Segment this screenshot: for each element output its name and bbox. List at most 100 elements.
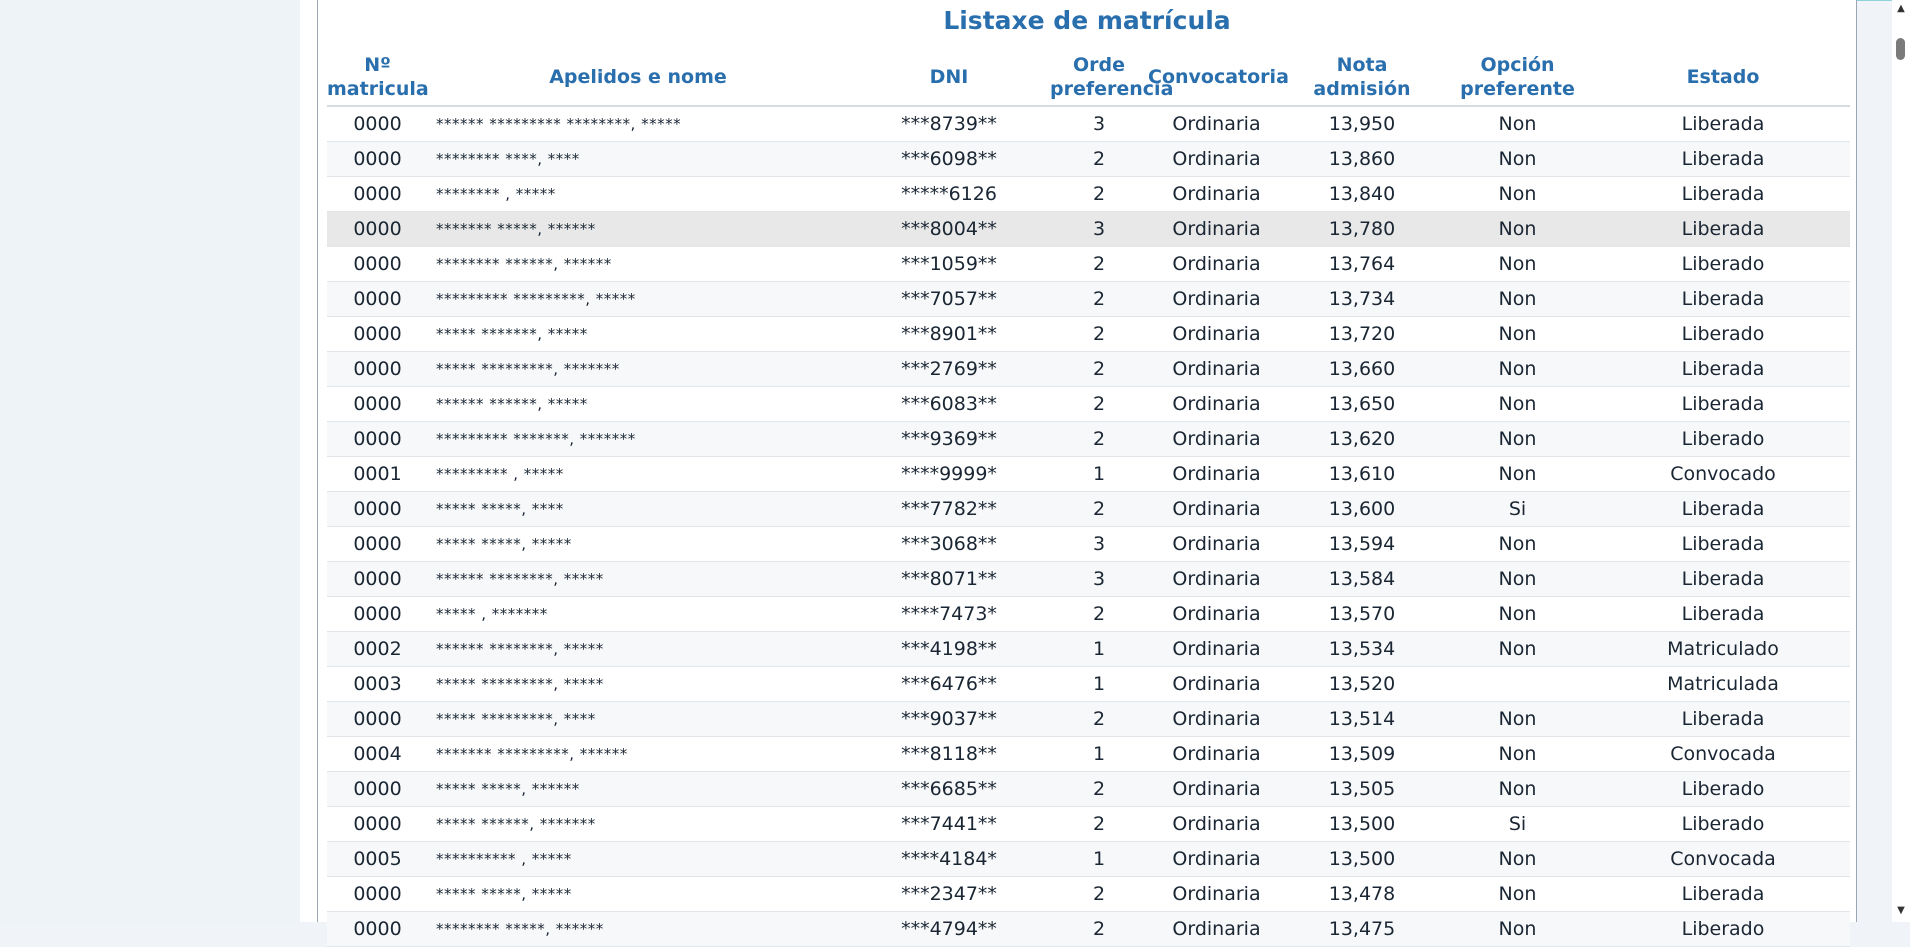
cell-orde: 2: [1050, 701, 1148, 737]
cell-estado: Liberada: [1596, 526, 1850, 562]
cell-orde: 1: [1050, 456, 1148, 492]
cell-opcion: Non: [1439, 351, 1596, 387]
table-row[interactable]: 0000 ********* *******, ******* ***9369** 2…: [327, 421, 1850, 457]
cell-orde: 2: [1050, 596, 1148, 632]
cell-dni: ***4198**: [848, 631, 1050, 667]
cell-estado: Liberada: [1596, 106, 1850, 142]
table-row[interactable]: 0000 ***** *********, ******* ***2769** 2 Or…: [327, 351, 1850, 387]
cell-nome: ********* , *****: [428, 456, 848, 492]
cell-nome: ***** *****, *****: [428, 526, 848, 562]
cell-orde: 2: [1050, 491, 1148, 527]
cell-convocatoria: Ordinaria: [1148, 386, 1285, 422]
cell-estado: Liberada: [1596, 596, 1850, 632]
cell-nome: ***** *********, *****: [428, 666, 848, 702]
cell-matricula: 0000: [327, 211, 428, 247]
cell-convocatoria: Ordinaria: [1148, 666, 1285, 702]
cell-matricula: 0000: [327, 806, 428, 842]
cell-matricula: 0000: [327, 141, 428, 177]
cell-matricula: 0000: [327, 246, 428, 282]
cell-estado: Liberado: [1596, 806, 1850, 842]
cell-nome: ***** *****, ******: [428, 771, 848, 807]
table-row[interactable]: 0000 ********* *********, ***** ***7057** 2…: [327, 281, 1850, 317]
table-row[interactable]: 0004 ******* *********, ****** ***8118** 1 O…: [327, 736, 1850, 772]
cell-opcion: Non: [1439, 316, 1596, 352]
cell-convocatoria: Ordinaria: [1148, 141, 1285, 177]
cell-nota: 13,478: [1285, 876, 1439, 912]
cell-dni: ***6098**: [848, 141, 1050, 177]
table-row[interactable]: 0000 ******** ******, ****** ***1059** 2 Ord…: [327, 246, 1850, 282]
column-header-estado[interactable]: Estado: [1596, 48, 1850, 107]
cell-opcion: Non: [1439, 281, 1596, 317]
table-row[interactable]: 0000 ***** , ******* ****7473* 2 Ordinaria 13…: [327, 596, 1850, 632]
cell-nota: 13,520: [1285, 666, 1439, 702]
table-row[interactable]: 0000 ***** *******, ***** ***8901** 2 Ordina…: [327, 316, 1850, 352]
cell-nota: 13,780: [1285, 211, 1439, 247]
table-header-row: Nº matricula Apelidos e nome DNI Orde pref…: [327, 48, 1850, 107]
cell-estado: Liberado: [1596, 421, 1850, 457]
column-header-opcion[interactable]: Opción preferente: [1439, 48, 1596, 107]
cell-estado: Liberada: [1596, 701, 1850, 737]
cell-convocatoria: Ordinaria: [1148, 246, 1285, 282]
table-row[interactable]: 0000 ***** *****, ***** ***2347** 2 Ordinari…: [327, 876, 1850, 912]
table-row[interactable]: 0000 ******** , ***** *****6126 2 Ordinaria 1…: [327, 176, 1850, 212]
table-row[interactable]: 0000 ***** *****, **** ***7782** 2 Ordinaria…: [327, 491, 1850, 527]
table-row[interactable]: 0005 ********** , ***** ****4184* 1 Ordinari…: [327, 841, 1850, 877]
cell-orde: 2: [1050, 316, 1148, 352]
cell-estado: Liberada: [1596, 561, 1850, 597]
table-row[interactable]: 0000 ***** *****, ***** ***3068** 3 Ordinari…: [327, 526, 1850, 562]
cell-convocatoria: Ordinaria: [1148, 211, 1285, 247]
cell-opcion: Non: [1439, 421, 1596, 457]
scroll-thumb[interactable]: [1896, 38, 1905, 60]
cell-convocatoria: Ordinaria: [1148, 771, 1285, 807]
column-header-matricula[interactable]: Nº matricula: [327, 48, 429, 107]
cell-estado: Convocada: [1596, 736, 1850, 772]
table-row[interactable]: 0001 ********* , ***** ****9999* 1 Ordinaria…: [327, 456, 1850, 492]
cell-convocatoria: Ordinaria: [1148, 911, 1285, 947]
table-row[interactable]: 0000 ****** ********, ***** ***8071** 3 Ordi…: [327, 561, 1850, 597]
cell-nota: 13,509: [1285, 736, 1439, 772]
cell-convocatoria: Ordinaria: [1148, 526, 1285, 562]
table-row[interactable]: 0000 ******** ****, **** ***6098** 2 Ordinar…: [327, 141, 1850, 177]
table-row[interactable]: 0003 ***** *********, ***** ***6476** 1 Ordi…: [327, 666, 1850, 702]
table-row[interactable]: 0000 ***** *********, **** ***9037** 2 Ordin…: [327, 701, 1850, 737]
table-row[interactable]: 0002 ****** ********, ***** ***4198** 1 Ordi…: [327, 631, 1850, 667]
scroll-down-arrow-icon[interactable]: ▼: [1892, 904, 1910, 918]
cell-matricula: 0000: [327, 561, 428, 597]
column-header-nome[interactable]: Apelidos e nome: [428, 48, 848, 107]
cell-orde: 2: [1050, 771, 1148, 807]
cell-nome: ******* *********, ******: [428, 736, 848, 772]
cell-orde: 1: [1050, 631, 1148, 667]
cell-matricula: 0000: [327, 386, 428, 422]
cell-nota: 13,600: [1285, 491, 1439, 527]
scroll-up-arrow-icon[interactable]: ▲: [1892, 2, 1910, 16]
cell-dni: ***3068**: [848, 526, 1050, 562]
cell-orde: 3: [1050, 561, 1148, 597]
cell-matricula: 0000: [327, 106, 428, 142]
cell-convocatoria: Ordinaria: [1148, 351, 1285, 387]
column-header-orde[interactable]: Orde preferencia: [1050, 48, 1173, 107]
cell-nome: ***** *******, *****: [428, 316, 848, 352]
vertical-scrollbar[interactable]: ▲ ▼: [1892, 0, 1910, 922]
column-header-nota[interactable]: Nota admisión: [1285, 48, 1439, 107]
table-row[interactable]: 0000 ***** *****, ****** ***6685** 2 Ordinar…: [327, 771, 1850, 807]
cell-nome: ****** ******, *****: [428, 386, 848, 422]
cell-dni: ***7441**: [848, 806, 1050, 842]
cell-dni: ***6476**: [848, 666, 1050, 702]
cell-opcion: Non: [1439, 701, 1596, 737]
table-row[interactable]: 0000 ******* *****, ****** ***8004** 3 Ordin…: [327, 211, 1850, 247]
cell-opcion: Non: [1439, 736, 1596, 772]
table-row[interactable]: 0000 ****** ******, ***** ***6083** 2 Ordina…: [327, 386, 1850, 422]
left-sidebar-area: [0, 0, 300, 922]
cell-dni: ***8004**: [848, 211, 1050, 247]
cell-nota: 13,720: [1285, 316, 1439, 352]
table-row[interactable]: 0000 ***** ******, ******* ***7441** 2 Ordin…: [327, 806, 1850, 842]
cell-dni: ***2769**: [848, 351, 1050, 387]
cell-estado: Liberado: [1596, 911, 1850, 947]
cell-nota: 13,514: [1285, 701, 1439, 737]
cell-matricula: 0000: [327, 316, 428, 352]
cell-opcion: Non: [1439, 911, 1596, 947]
column-header-dni[interactable]: DNI: [848, 48, 1050, 107]
table-row[interactable]: 0000 ******** *****, ****** ***4794** 2 Ordi…: [327, 911, 1850, 947]
cell-nota: 13,500: [1285, 841, 1439, 877]
table-row[interactable]: 0000 ****** ********* ********, ***** ***8…: [327, 106, 1850, 142]
